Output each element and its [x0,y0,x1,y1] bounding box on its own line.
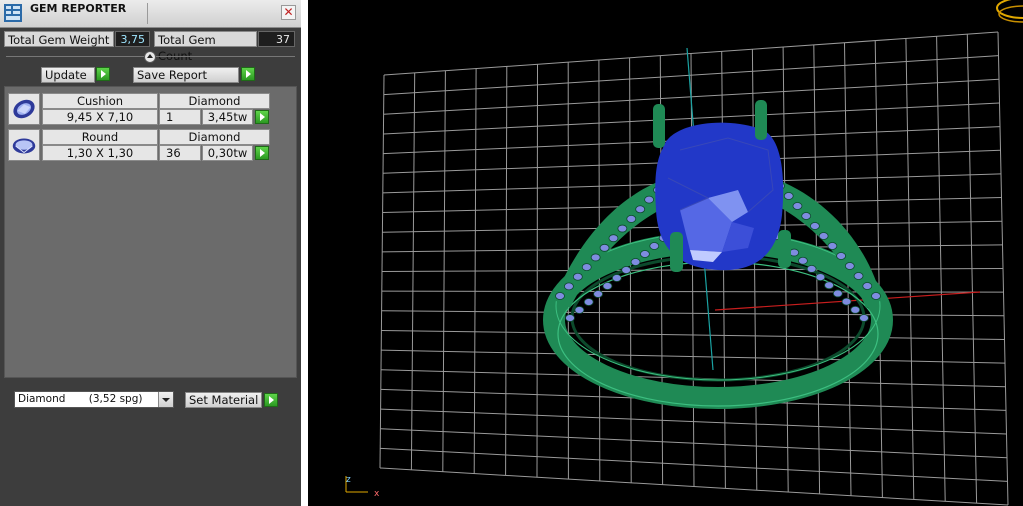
gem-count: 1 [159,109,201,125]
update-go-icon[interactable] [96,67,110,81]
total-gem-weight-value: 3,75 [115,31,150,47]
total-gem-count-label: Total Gem Count [154,31,257,63]
pave-stone [836,252,846,260]
pave-stone [853,272,864,280]
gem-material: Diamond [159,93,270,109]
pave-stone [572,272,583,281]
triad-x-label: x [374,489,380,499]
cushion-gem-icon [8,93,40,125]
save-report-go-icon[interactable] [241,67,255,81]
pave-stone [850,305,861,314]
gem-size: 1,30 X 1,30 [42,145,158,161]
gem-list: Cushion Diamond 9,45 X 7,10 1 3,45tw Rou… [4,86,297,378]
3d-viewport[interactable]: z x [308,0,1023,506]
viewport-scene: z x [345,0,1023,506]
gem-material: Diamond [159,129,270,145]
chevron-down-icon[interactable] [158,392,173,407]
pave-stone [617,224,628,233]
panel-title: GEM REPORTER [30,2,127,15]
pave-stone [827,242,838,250]
set-material-button[interactable]: Set Material [185,392,262,408]
pave-stone [574,306,585,314]
total-gem-count-value: 37 [258,31,295,47]
update-button[interactable]: Update [41,67,95,83]
pave-stone [783,192,794,200]
pave-stone [565,314,575,322]
panel-separator[interactable] [301,0,308,506]
pave-stone [844,262,855,270]
triad-z-label: z [346,475,351,485]
pave-stone [792,202,803,210]
pave-stone [635,205,646,214]
pave-stone [815,273,826,281]
pave-stone [630,258,641,266]
pave-stone [602,282,613,290]
title-bar: GEM REPORTER ✕ [0,0,301,28]
total-gem-weight-label: Total Gem Weight [4,31,114,47]
pave-stone [608,234,619,243]
pave-stone [818,232,829,240]
gem-weight: 0,30tw [202,145,253,161]
round-gem-icon [8,129,40,161]
pave-stone [649,242,660,250]
collapse-toggle-icon[interactable] [144,51,156,63]
pave-stone [789,248,800,257]
pave-stone [555,292,565,300]
pave-stone [801,212,812,220]
gem-row[interactable]: Round Diamond 1,30 X 1,30 36 0,30tw [8,129,270,161]
pave-stone [590,253,601,262]
pave-stone [640,250,650,258]
pave-stone [564,282,574,291]
pave-stone [621,266,632,274]
gem-select-go-icon[interactable] [255,110,269,124]
axis-triad: z x [345,475,380,499]
pave-stone [611,274,622,282]
gem-reporter-panel: GEM REPORTER ✕ Total Gem Weight 3,75 Tot… [0,0,301,506]
material-select[interactable]: Diamond (3,52 spg) [14,391,174,408]
pave-stone [859,314,869,322]
close-icon[interactable]: ✕ [281,5,296,20]
gem-shape: Cushion [42,93,158,109]
pave-stone [644,195,654,204]
pave-stone [583,298,594,306]
save-report-button[interactable]: Save Report [133,67,239,83]
pave-stone [810,222,820,230]
set-material-go-icon[interactable] [264,393,278,407]
gem-size: 9,45 X 7,10 [42,109,158,125]
grid-plane [379,31,1009,506]
pave-stone [626,215,637,223]
material-select-value: Diamond (3,52 spg) [18,393,143,405]
pave-stone [871,292,881,300]
pave-stone [798,256,808,265]
pave-stone [832,289,843,298]
pave-stone [824,281,834,290]
gem-shape: Round [42,129,158,145]
gem-select-go-icon[interactable] [255,146,269,160]
pave-stone [806,265,817,273]
view-cube-icon[interactable] [996,0,1023,23]
gem-count: 36 [159,145,201,161]
pave-stone [841,297,852,306]
gem-row[interactable]: Cushion Diamond 9,45 X 7,10 1 3,45tw [8,93,270,125]
pave-stone [593,290,603,298]
pave-stone [862,282,873,290]
pave-stone [581,263,592,271]
pave-stone [599,243,610,252]
title-divider [147,3,148,24]
gem-weight: 3,45tw [202,109,253,125]
gem-reporter-icon [4,4,22,22]
